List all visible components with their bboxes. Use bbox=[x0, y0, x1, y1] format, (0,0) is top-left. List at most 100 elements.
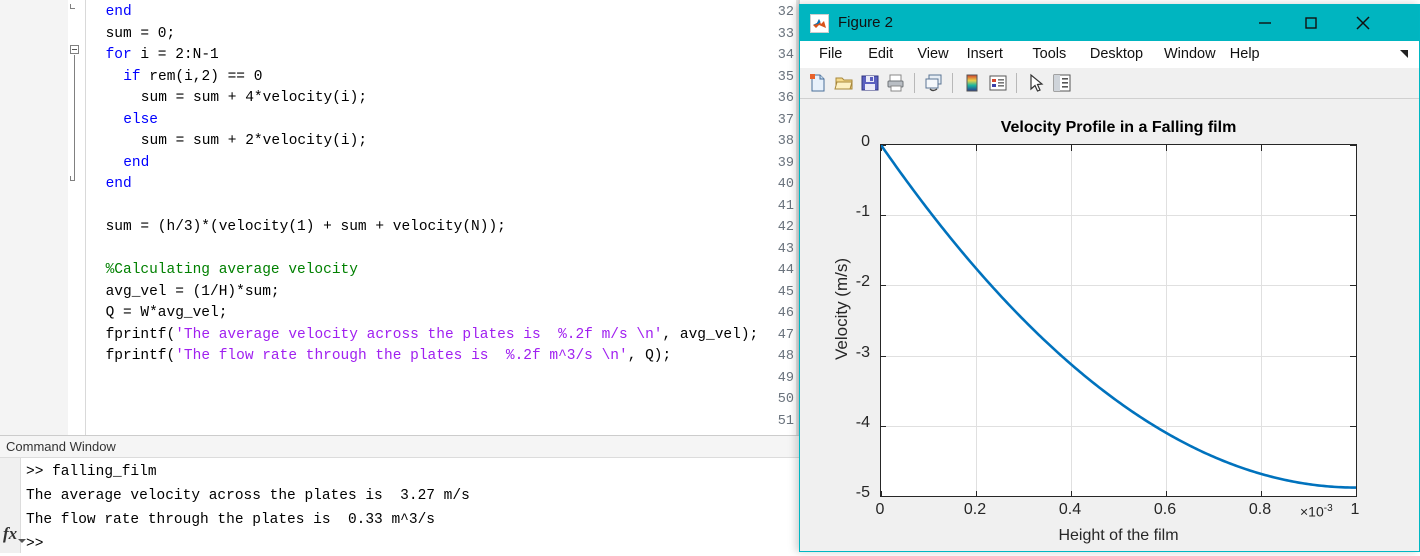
menu-tools[interactable]: Tools bbox=[1025, 41, 1073, 68]
link-plot-icon[interactable] bbox=[924, 73, 944, 93]
code-token: end bbox=[105, 176, 132, 192]
figure-canvas[interactable]: Velocity Profile in a Falling film 0 0.2 0… bbox=[800, 99, 1419, 551]
menu-help[interactable]: Help bbox=[1223, 41, 1267, 68]
x-tick-label: 0.8 bbox=[1248, 501, 1272, 518]
line-number: 51 bbox=[777, 413, 794, 429]
line-number: 41 bbox=[777, 198, 794, 214]
maximize-button[interactable] bbox=[1288, 5, 1334, 41]
edit-plot-pointer-icon[interactable] bbox=[1026, 73, 1046, 93]
code-token: 'The flow rate through the plates is %.2… bbox=[175, 348, 628, 364]
menu-edit[interactable]: Edit bbox=[861, 41, 900, 68]
x-tick-label: 0 bbox=[875, 501, 885, 518]
command-output-line: The flow rate through the plates is 0.33… bbox=[26, 512, 435, 528]
code-line[interactable]: else bbox=[123, 110, 158, 132]
x-tick-label: 0.2 bbox=[963, 501, 987, 518]
new-figure-icon[interactable] bbox=[808, 73, 828, 93]
print-figure-icon[interactable] bbox=[886, 73, 906, 93]
y-tick bbox=[880, 496, 886, 497]
fx-dropdown-arrow-icon[interactable] bbox=[18, 539, 26, 543]
insert-colorbar-icon[interactable] bbox=[962, 73, 982, 93]
line-number: 49 bbox=[777, 370, 794, 386]
code-line[interactable]: fprintf('The average velocity across the… bbox=[106, 325, 759, 347]
command-window[interactable]: Command Window >> falling_film The averag… bbox=[0, 435, 800, 553]
code-token: , Q); bbox=[627, 348, 672, 364]
fx-function-browser-icon[interactable]: fx bbox=[3, 524, 17, 544]
fold-toggle-34[interactable] bbox=[70, 45, 79, 54]
x-tick-label: 0.4 bbox=[1058, 501, 1082, 518]
open-file-icon[interactable] bbox=[834, 73, 854, 93]
code-line[interactable]: for i = 2:N-1 bbox=[106, 45, 219, 67]
chart-title: Velocity Profile in a Falling film bbox=[1000, 119, 1237, 136]
insert-legend-icon[interactable] bbox=[988, 73, 1008, 93]
fold-end-marker-40b bbox=[70, 176, 71, 181]
editor-fold-gutter[interactable] bbox=[68, 0, 86, 435]
code-line[interactable]: avg_vel = (1/H)*sum; bbox=[106, 282, 280, 304]
command-output-line: The average velocity across the plates i… bbox=[26, 488, 470, 504]
figure-menubar[interactable]: File Edit View Insert Tools Desktop Window Help bbox=[800, 41, 1419, 69]
figure-title-text: Figure 2 bbox=[838, 14, 894, 31]
editor-line-number-gutter bbox=[0, 0, 69, 435]
x-tick bbox=[1356, 491, 1357, 497]
code-line[interactable]: sum = sum + 4*velocity(i); bbox=[141, 88, 367, 110]
code-line[interactable]: if rem(i,2) == 0 bbox=[123, 67, 262, 89]
plot-axes[interactable] bbox=[880, 144, 1357, 497]
y-axis-title: Velocity (m/s) bbox=[832, 257, 851, 361]
x-axis-exponent: ×10-3 bbox=[1300, 503, 1333, 520]
line-number: 43 bbox=[777, 241, 794, 257]
x-tick-top bbox=[1356, 145, 1357, 151]
matlab-icon bbox=[810, 14, 829, 33]
x-tick-label: 0.6 bbox=[1153, 501, 1177, 518]
velocity-curve bbox=[881, 145, 1356, 489]
code-token: average velocity bbox=[210, 262, 358, 278]
x-exponent-power: -3 bbox=[1323, 503, 1333, 514]
menu-view[interactable]: View bbox=[910, 41, 955, 68]
property-inspector-icon[interactable] bbox=[1052, 73, 1072, 93]
line-number: 45 bbox=[777, 284, 794, 300]
code-token: end bbox=[123, 154, 150, 171]
code-token: end bbox=[105, 4, 132, 20]
x-tick-label: 1 bbox=[1350, 501, 1360, 518]
x-axis-title: Height of the film bbox=[1058, 527, 1179, 544]
code-line[interactable]: end bbox=[106, 174, 132, 196]
menu-window[interactable]: Window bbox=[1157, 41, 1223, 68]
toolbar-separator-3 bbox=[1016, 73, 1017, 93]
fold-range-line bbox=[74, 55, 75, 180]
code-token: sum = sum + 4*velocity(i); bbox=[140, 90, 368, 106]
line-number: 35 bbox=[777, 69, 794, 85]
menu-file[interactable]: File bbox=[812, 41, 849, 68]
code-editor[interactable]: 32 33 34 35 36 37 38 39 40 41 42 43 44 45 46 47 48 49 50 51… bbox=[0, 0, 800, 435]
code-line[interactable]: sum = (h/3)*(velocity(1) + sum + velocit… bbox=[106, 217, 506, 239]
y-tick-right bbox=[1350, 496, 1356, 497]
code-line[interactable]: sum = sum + 2*velocity(i); bbox=[141, 131, 367, 153]
code-line[interactable]: end bbox=[106, 2, 132, 24]
y-tick-label: 0 bbox=[861, 133, 870, 150]
code-token: sum = (h/3)*(velocity(1) + sum + velocit… bbox=[105, 219, 506, 235]
code-token: i = 2:N-1 bbox=[131, 47, 219, 63]
line-number: 32 bbox=[777, 5, 794, 20]
menu-desktop[interactable]: Desktop bbox=[1083, 41, 1150, 68]
code-line[interactable]: %Calculating average velocity bbox=[106, 260, 358, 282]
line-number: 36 bbox=[777, 91, 794, 106]
fold-end-marker-32b bbox=[70, 4, 71, 9]
code-line[interactable]: sum = 0; bbox=[106, 24, 176, 46]
figure-window[interactable]: Figure 2 File Edit View Insert Tools Desktop W… bbox=[799, 4, 1420, 552]
figure-toolbar[interactable] bbox=[800, 68, 1419, 99]
code-token: sum = 0; bbox=[105, 25, 176, 42]
code-token: %Calculating bbox=[105, 262, 211, 278]
code-line[interactable]: Q = W*avg_vel; bbox=[106, 303, 228, 325]
code-token: , avg_vel); bbox=[662, 326, 759, 343]
code-line[interactable]: end bbox=[123, 153, 149, 175]
figure-titlebar[interactable]: Figure 2 bbox=[800, 5, 1419, 41]
expand-arrow-icon[interactable] bbox=[1397, 47, 1411, 61]
minimize-button[interactable] bbox=[1242, 5, 1288, 41]
menu-insert[interactable]: Insert bbox=[960, 41, 1010, 68]
command-window-title: Command Window bbox=[0, 436, 800, 458]
x-exponent-base: ×10 bbox=[1300, 503, 1324, 520]
line-number: 38 bbox=[777, 134, 794, 149]
code-line[interactable]: fprintf('The flow rate through the plate… bbox=[106, 346, 672, 368]
code-token: sum = sum + 2*velocity(i); bbox=[140, 133, 368, 149]
save-figure-icon[interactable] bbox=[860, 73, 880, 93]
line-number: 44 bbox=[777, 263, 794, 278]
close-button[interactable] bbox=[1340, 5, 1386, 41]
code-token: else bbox=[123, 111, 158, 128]
